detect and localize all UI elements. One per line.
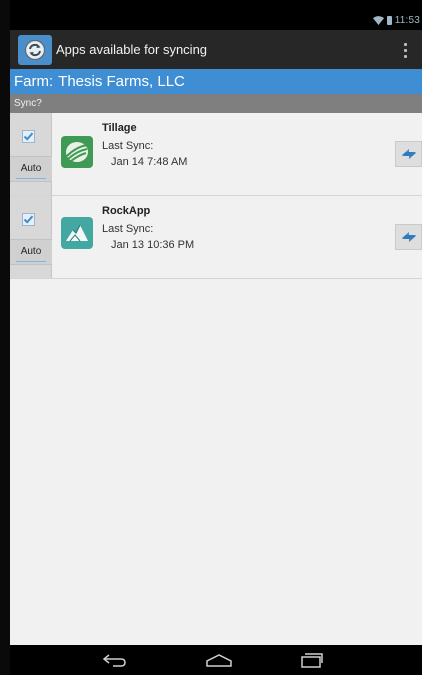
sync-controls: Auto: [10, 113, 52, 195]
last-sync-label: Last Sync:: [102, 140, 154, 152]
back-icon[interactable]: [90, 645, 140, 675]
battery-icon: [386, 16, 392, 25]
sync-mode-value: Auto: [20, 163, 42, 174]
page-title: Apps available for syncing: [56, 42, 208, 57]
farm-bar[interactable]: Farm: Thesis Farms, LLC: [10, 69, 422, 94]
status-bar: 11:53: [10, 12, 422, 30]
action-bar: Apps available for syncing: [10, 30, 422, 69]
sync-mode-dropdown[interactable]: Auto: [10, 156, 52, 182]
last-sync-time: Jan 14 7:48 AM: [111, 156, 188, 168]
sync-now-button[interactable]: [395, 224, 422, 250]
sync-mode-value: Auto: [20, 246, 42, 257]
sync-mode-dropdown[interactable]: Auto: [10, 239, 52, 265]
app-list: Auto Tillage Last Sync: Jan 14 7:48 AM A…: [10, 113, 422, 279]
last-sync-time: Jan 13 10:36 PM: [111, 239, 195, 251]
rockapp-app-icon: [61, 217, 93, 249]
status-indicators: 11:53: [372, 15, 420, 26]
list-item[interactable]: Auto RockApp Last Sync: Jan 13 10:36 PM: [10, 196, 422, 279]
sync-now-button[interactable]: [395, 141, 422, 167]
home-icon[interactable]: [194, 645, 244, 675]
status-time: 11:53: [394, 15, 420, 26]
overflow-menu-icon[interactable]: [400, 40, 410, 60]
system-nav-bar: [10, 645, 422, 675]
sync-header-label: Sync?: [14, 98, 42, 109]
last-sync-label: Last Sync:: [102, 223, 154, 235]
wifi-icon: [372, 16, 384, 25]
recent-apps-icon[interactable]: [286, 645, 336, 675]
list-item[interactable]: Auto Tillage Last Sync: Jan 14 7:48 AM: [10, 113, 422, 196]
sync-column-header: Sync?: [10, 94, 422, 113]
sync-app-logo-icon[interactable]: [18, 34, 52, 65]
sync-checkbox[interactable]: [22, 130, 35, 143]
app-name: Tillage: [102, 122, 137, 134]
app-name: RockApp: [102, 205, 151, 217]
device-bezel: [0, 0, 10, 675]
tillage-app-icon: [61, 136, 93, 168]
farm-label: Farm:: [14, 73, 54, 90]
sync-controls: Auto: [10, 196, 52, 278]
sync-arrows-icon: [401, 149, 416, 159]
farm-name: Thesis Farms, LLC: [58, 73, 185, 90]
sync-arrows-icon: [401, 232, 416, 242]
sync-checkbox[interactable]: [22, 213, 35, 226]
